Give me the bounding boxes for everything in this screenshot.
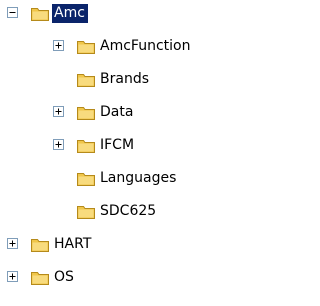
tree-node-sdc625[interactable]: SDC625: [0, 202, 241, 224]
folder-icon: [77, 74, 95, 87]
plus-box-icon[interactable]: [53, 40, 64, 51]
tree-node-label[interactable]: AmcFunction: [98, 37, 193, 56]
folder-icon: [31, 239, 49, 252]
tree-node-amc[interactable]: Amc: [0, 4, 241, 26]
plus-box-icon[interactable]: [53, 139, 64, 150]
minus-box-icon[interactable]: [7, 7, 18, 18]
plus-box-icon[interactable]: [7, 238, 18, 249]
tree-node-os[interactable]: OS: [0, 268, 241, 290]
tree-node-label[interactable]: Brands: [98, 70, 152, 89]
tree-node-label[interactable]: HART: [52, 235, 94, 254]
plus-box-icon[interactable]: [53, 106, 64, 117]
tree-node-brands[interactable]: Brands: [0, 70, 241, 92]
tree-node-languages[interactable]: Languages: [0, 169, 241, 191]
tree-node-label[interactable]: OS: [52, 268, 77, 287]
tree-node-label[interactable]: Data: [98, 103, 136, 122]
folder-tree: Amc AmcFunction Brands Data IFCM Languag…: [0, 0, 241, 306]
folder-icon: [77, 107, 95, 120]
tree-node-label[interactable]: IFCM: [98, 136, 137, 155]
folder-icon: [77, 41, 95, 54]
folder-icon: [31, 272, 49, 285]
folder-icon: [77, 140, 95, 153]
folder-icon: [31, 8, 49, 21]
tree-node-ifcm[interactable]: IFCM: [0, 136, 241, 158]
tree-node-amcfunction[interactable]: AmcFunction: [0, 37, 241, 59]
folder-icon: [77, 206, 95, 219]
tree-node-label[interactable]: Languages: [98, 169, 179, 188]
tree-node-hart[interactable]: HART: [0, 235, 241, 257]
tree-node-label[interactable]: Amc: [52, 4, 88, 23]
tree-node-data[interactable]: Data: [0, 103, 241, 125]
tree-node-label[interactable]: SDC625: [98, 202, 159, 221]
folder-icon: [77, 173, 95, 186]
plus-box-icon[interactable]: [7, 271, 18, 282]
